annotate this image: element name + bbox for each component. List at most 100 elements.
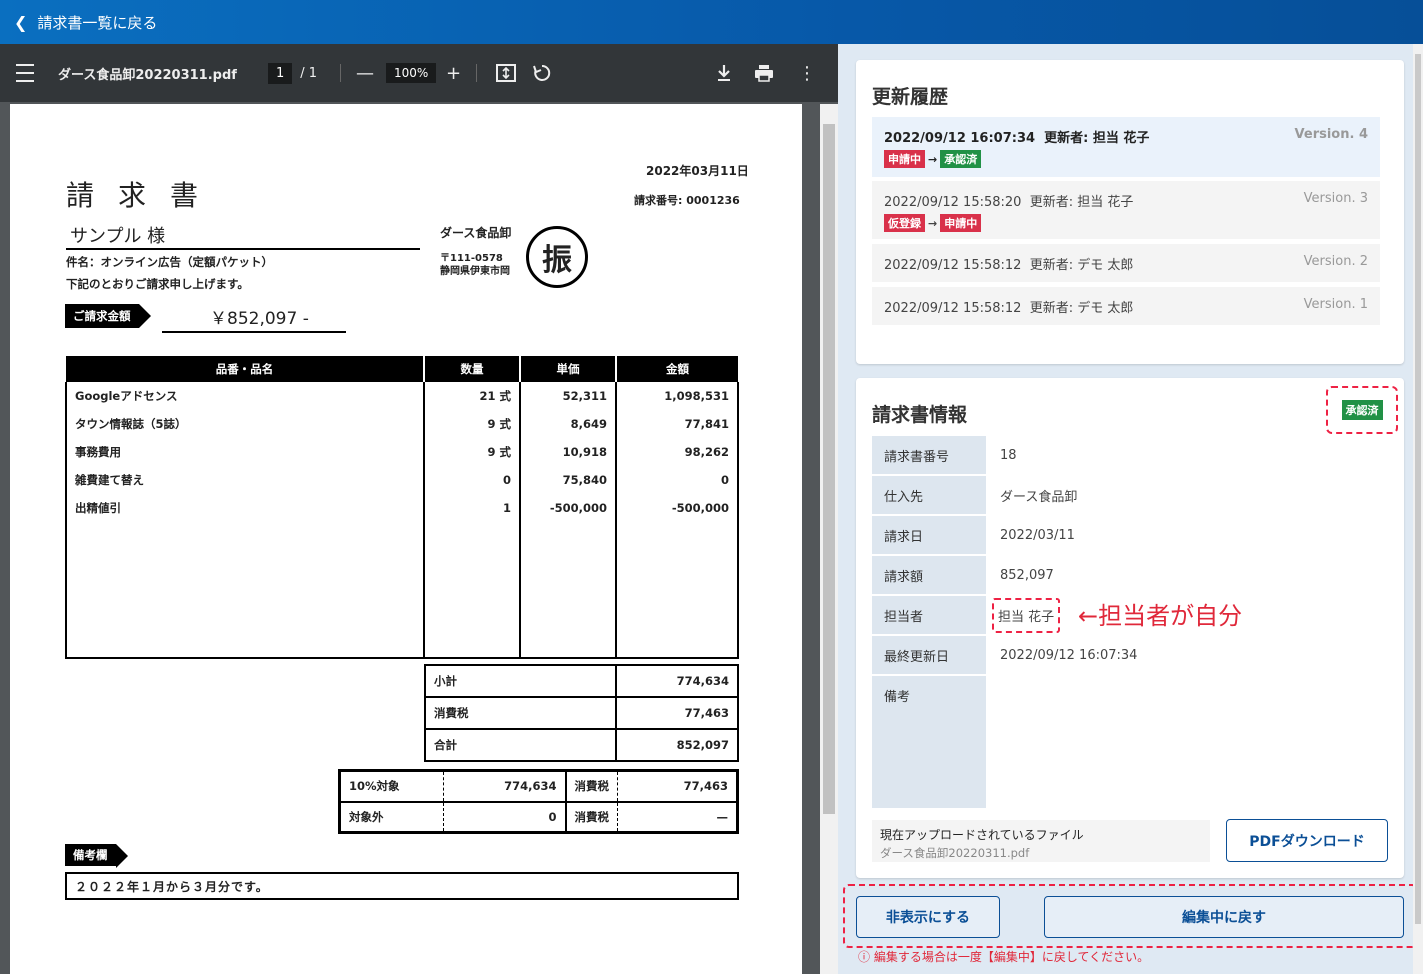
pdf-viewer: ダース食品卸20220311.pdf 1 / 1 — 100% + ⋮ 2022… <box>0 44 838 974</box>
table-row: 雑費建て替え 0 75,840 0 <box>65 466 739 494</box>
totals-table: 小計 774,634 消費税 77,463 合計 852,097 <box>424 664 739 762</box>
zoom-in-icon[interactable]: + <box>446 44 461 102</box>
tax10-tax-label: 消費税 <box>565 770 618 803</box>
item-name: 事務費用 <box>65 438 425 466</box>
back-link[interactable]: ❮ 請求書一覧に戻る <box>0 0 1423 44</box>
table-row: 事務費用 9 式 10,918 98,262 <box>65 438 739 466</box>
invoice-note: 下記のとおりご請求申し上げます。 <box>66 277 249 291</box>
info-label: 備考 <box>872 676 986 808</box>
tax10-label: 10%対象 <box>339 770 444 803</box>
history-editor: 更新者: デモ 太郎 <box>1029 301 1134 316</box>
history-item[interactable]: 2022/09/12 15:58:20 更新者: 担当 花子 Version. … <box>872 181 1380 239</box>
chevron-left-icon: ❮ <box>14 12 28 32</box>
invoice-recipient: サンプル 様 <box>66 222 420 250</box>
table-header: 品番・品名 数量 単価 金額 <box>66 356 738 382</box>
item-qty: 9 式 <box>423 438 521 466</box>
history-time: 2022/09/12 15:58:12 <box>884 258 1022 273</box>
warning-text: ⓘ 編集する場合は一度【編集中】に戻してください。 <box>858 950 1150 964</box>
table-filler <box>65 522 739 659</box>
amount-label: ご請求金額 <box>65 304 150 328</box>
info-label: 仕入先 <box>872 476 986 514</box>
page-number-input[interactable]: 1 <box>268 62 293 84</box>
history-editor: 更新者: 担当 花子 <box>1029 195 1134 210</box>
pdf-download-button[interactable]: PDFダウンロード <box>1226 819 1388 862</box>
page-indicator: 1 / 1 <box>268 44 317 102</box>
info-row: 備考 <box>872 676 1382 808</box>
history-time: 2022/09/12 16:07:34 <box>884 131 1036 146</box>
invoice-number: 請求番号: 0001236 <box>634 194 740 207</box>
info-label: 最終更新日 <box>872 636 986 674</box>
page-total: / 1 <box>300 65 318 81</box>
info-row: 請求日 2022/03/11 <box>872 516 1382 554</box>
table-row: Googleアドセンス 21 式 52,311 1,098,531 <box>65 382 739 410</box>
table-row: タウン情報誌（5誌） 9 式 8,649 77,841 <box>65 410 739 438</box>
rotate-icon[interactable] <box>532 44 552 102</box>
page-scrollbar[interactable] <box>1413 44 1423 974</box>
item-price: 75,840 <box>519 466 617 494</box>
fit-page-icon[interactable] <box>496 44 516 102</box>
menu-icon[interactable] <box>16 44 34 102</box>
file-name: ダース食品卸20220311.pdf <box>880 846 1030 860</box>
divider <box>340 64 341 82</box>
history-editor: 更新者: デモ 太郎 <box>1029 258 1134 273</box>
total-value: 852,097 <box>615 728 739 762</box>
status-badge: 承認済 <box>1341 400 1383 420</box>
seal-stamp: 振 <box>526 226 588 288</box>
remarks-label: 備考欄 <box>65 844 127 868</box>
invoice-amount: ￥852,097 - <box>162 304 346 333</box>
info-label: 請求額 <box>872 556 986 594</box>
item-amount: 1,098,531 <box>615 382 739 410</box>
history-item[interactable]: 2022/09/12 15:58:12 更新者: デモ 太郎 Version. … <box>872 244 1380 282</box>
item-qty: 9 式 <box>423 410 521 438</box>
info-value: 2022/09/12 16:07:34 <box>1000 647 1138 663</box>
item-amount: 0 <box>615 466 739 494</box>
history-version: Version. 2 <box>1303 254 1368 269</box>
item-price: 8,649 <box>519 410 617 438</box>
history-version: Version. 3 <box>1303 191 1368 206</box>
history-item[interactable]: 2022/09/12 16:07:34 更新者: 担当 花子 Version. … <box>872 117 1380 177</box>
exempt-label: 対象外 <box>339 801 444 833</box>
info-row: 最終更新日 2022/09/12 16:07:34 <box>872 636 1382 674</box>
column-header: 数量 <box>424 356 521 382</box>
history-title: 更新履歴 <box>872 86 949 108</box>
more-options-icon[interactable]: ⋮ <box>798 44 816 102</box>
exempt-tax-label: 消費税 <box>565 801 618 833</box>
history-card: 更新履歴 2022/09/12 16:07:34 更新者: 担当 花子 Vers… <box>856 60 1404 364</box>
back-link-label: 請求書一覧に戻る <box>37 13 158 32</box>
divider <box>476 64 477 82</box>
info-label: 担当者 <box>872 596 986 634</box>
exempt-tax: — <box>716 809 729 824</box>
invoice-subject: 件名：オンライン広告（定額パケット） <box>66 255 273 269</box>
item-price: 10,918 <box>519 438 617 466</box>
tax10-base: 774,634 <box>443 770 567 803</box>
exempt-base: 0 <box>443 801 567 833</box>
assignee-value: 担当 花子 <box>992 597 1061 633</box>
print-icon[interactable] <box>754 44 774 102</box>
items-table: 品番・品名 数量 単価 金額 Googleアドセンス 21 式 52,311 1… <box>65 356 739 659</box>
invoice-seller: ダース食品卸 <box>440 226 512 240</box>
status-badge: 申請中 <box>884 150 925 168</box>
annotation-text: ←担当者が自分 <box>1078 602 1243 630</box>
info-value: 18 <box>1000 447 1017 463</box>
revert-to-editing-button[interactable]: 編集中に戻す <box>1044 896 1404 938</box>
hide-button[interactable]: 非表示にする <box>856 896 1000 938</box>
total-label: 合計 <box>424 728 617 762</box>
invoice-address: 静岡県伊東市岡 <box>440 266 510 277</box>
info-label: 請求日 <box>872 516 986 554</box>
zoom-out-icon[interactable]: — <box>356 44 374 102</box>
pdf-file-name: ダース食品卸20220311.pdf <box>58 67 237 83</box>
history-item[interactable]: 2022/09/12 15:58:12 更新者: デモ 太郎 Version. … <box>872 287 1380 325</box>
zoom-level[interactable]: 100% <box>386 63 437 83</box>
column-header: 単価 <box>520 356 617 382</box>
info-value: ダース食品卸 <box>1000 489 1078 505</box>
table-row: 出精値引 1 -500,000 -500,000 <box>65 494 739 522</box>
item-name: タウン情報誌（5誌） <box>65 410 425 438</box>
pdf-toolbar: ダース食品卸20220311.pdf 1 / 1 — 100% + ⋮ <box>0 44 838 102</box>
tax-value: 77,463 <box>615 696 739 730</box>
info-label: 請求書番号 <box>872 436 986 474</box>
info-row: 仕入先 ダース食品卸 <box>872 476 1382 514</box>
info-title: 請求書情報 <box>872 404 968 426</box>
invoice-title: 請求書 <box>66 179 223 212</box>
pdf-scrollbar[interactable] <box>820 104 838 974</box>
download-icon[interactable] <box>716 44 732 102</box>
